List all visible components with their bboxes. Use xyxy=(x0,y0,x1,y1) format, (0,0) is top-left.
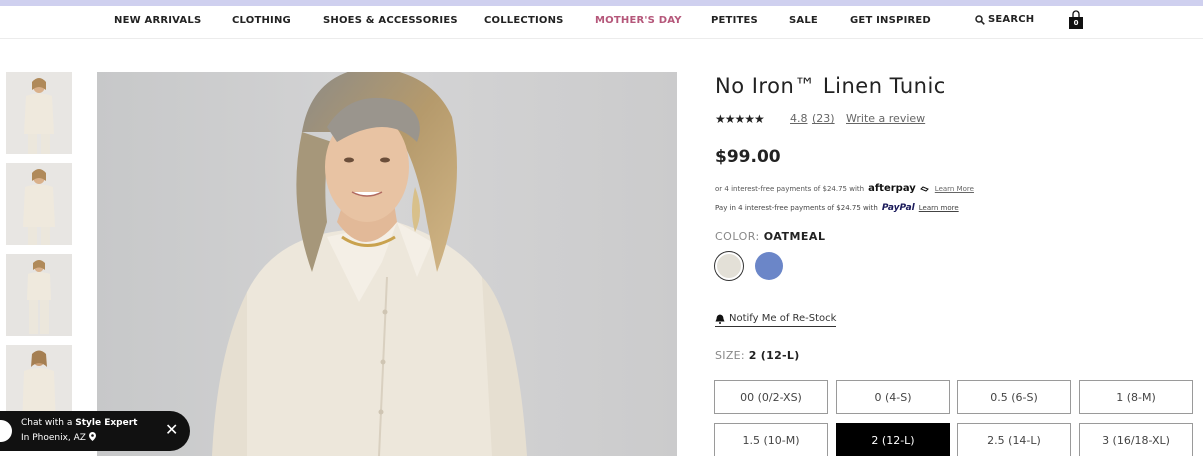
chat-with-style-expert-widget[interactable]: Chat with a Style Expert In Phoenix, AZ … xyxy=(0,411,190,451)
afterpay-logo: afterpay xyxy=(868,183,916,194)
location-pin-icon xyxy=(88,432,96,441)
paypal-text: Pay in 4 interest-free payments of $24.7… xyxy=(715,204,878,212)
color-label-text: COLOR: xyxy=(715,230,760,243)
size-option-2[interactable]: 2 (12-L) xyxy=(836,423,950,456)
notify-label: Notify Me of Re-Stock xyxy=(729,313,837,324)
selected-color: OATMEAL xyxy=(763,230,826,243)
nav-new-arrivals[interactable]: NEW ARRIVALS xyxy=(114,15,201,26)
nav-sale[interactable]: SALE xyxy=(789,15,818,26)
afterpay-loop-icon xyxy=(919,185,929,192)
chat-logo-icon xyxy=(0,420,12,442)
afterpay-learn-more-link[interactable]: Learn More xyxy=(935,185,974,193)
afterpay-text: or 4 interest-free payments of $24.75 wi… xyxy=(715,184,865,193)
rating-stars: ★★★★★ xyxy=(715,112,765,126)
nav-clothing[interactable]: CLOTHING xyxy=(232,15,291,26)
product-thumbnail-1[interactable] xyxy=(6,72,72,154)
main-product-image[interactable] xyxy=(97,72,677,456)
color-swatch-oatmeal[interactable] xyxy=(715,252,743,280)
thumbnail-image xyxy=(6,72,72,154)
afterpay-installments: or 4 interest-free payments of $24.75 wi… xyxy=(715,183,974,194)
selected-size: 2 (12-L) xyxy=(748,349,800,362)
rating-value-link[interactable]: 4.8 xyxy=(790,112,808,125)
close-icon[interactable]: ✕ xyxy=(165,421,178,439)
bell-icon xyxy=(715,314,725,324)
color-label: COLOR: OATMEAL xyxy=(715,230,825,243)
search-label: SEARCH xyxy=(988,14,1035,25)
bag-count: 0 xyxy=(1073,19,1079,27)
model-photo xyxy=(97,72,677,456)
chat-title: Chat with a Style Expert xyxy=(21,418,137,428)
product-price: $99.00 xyxy=(715,147,781,167)
size-option-1[interactable]: 1 (8-M) xyxy=(1079,380,1193,414)
nav-get-inspired[interactable]: GET INSPIRED xyxy=(850,15,931,26)
size-option-00[interactable]: 00 (0/2-XS) xyxy=(714,380,828,414)
notify-restock-link[interactable]: Notify Me of Re-Stock xyxy=(715,313,837,327)
paypal-learn-more-link[interactable]: Learn more xyxy=(919,204,959,212)
size-option-2-5[interactable]: 2.5 (14-L) xyxy=(957,423,1071,456)
nav-shoes-accessories[interactable]: SHOES & ACCESSORIES xyxy=(323,15,458,26)
main-navigation: NEW ARRIVALS CLOTHING SHOES & ACCESSORIE… xyxy=(0,6,1203,39)
size-option-0[interactable]: 0 (4-S) xyxy=(836,380,950,414)
chat-prefix: Chat with a xyxy=(21,418,76,428)
nav-petites[interactable]: PETITES xyxy=(711,15,758,26)
write-review-link[interactable]: Write a review xyxy=(846,112,925,125)
paypal-logo: PayPal xyxy=(881,203,915,213)
product-thumbnail-3[interactable] xyxy=(6,254,72,336)
size-option-1-5[interactable]: 1.5 (10-M) xyxy=(714,423,828,456)
nav-mothers-day[interactable]: MOTHER'S DAY xyxy=(595,15,682,26)
chat-emphasis: Style Expert xyxy=(75,418,138,428)
color-swatch-blue[interactable] xyxy=(755,252,783,280)
product-title: No Iron™ Linen Tunic xyxy=(715,74,946,98)
thumbnail-image xyxy=(6,163,72,245)
product-thumbnail-2[interactable] xyxy=(6,163,72,245)
size-option-0-5[interactable]: 0.5 (6-S) xyxy=(957,380,1071,414)
chat-location-text: In Phoenix, AZ xyxy=(21,433,86,443)
chat-location: In Phoenix, AZ xyxy=(21,432,96,443)
nav-collections[interactable]: COLLECTIONS xyxy=(484,15,564,26)
paypal-installments: Pay in 4 interest-free payments of $24.7… xyxy=(715,203,959,213)
size-option-3[interactable]: 3 (16/18-XL) xyxy=(1079,423,1193,456)
shopping-bag-button[interactable]: 0 xyxy=(1068,10,1084,30)
thumbnail-image xyxy=(6,254,72,336)
search-button[interactable]: SEARCH xyxy=(975,14,1034,25)
review-count-link[interactable]: (23) xyxy=(812,112,835,125)
search-icon xyxy=(975,14,985,25)
size-label: SIZE: 2 (12-L) xyxy=(715,349,800,362)
size-label-text: SIZE: xyxy=(715,349,745,362)
